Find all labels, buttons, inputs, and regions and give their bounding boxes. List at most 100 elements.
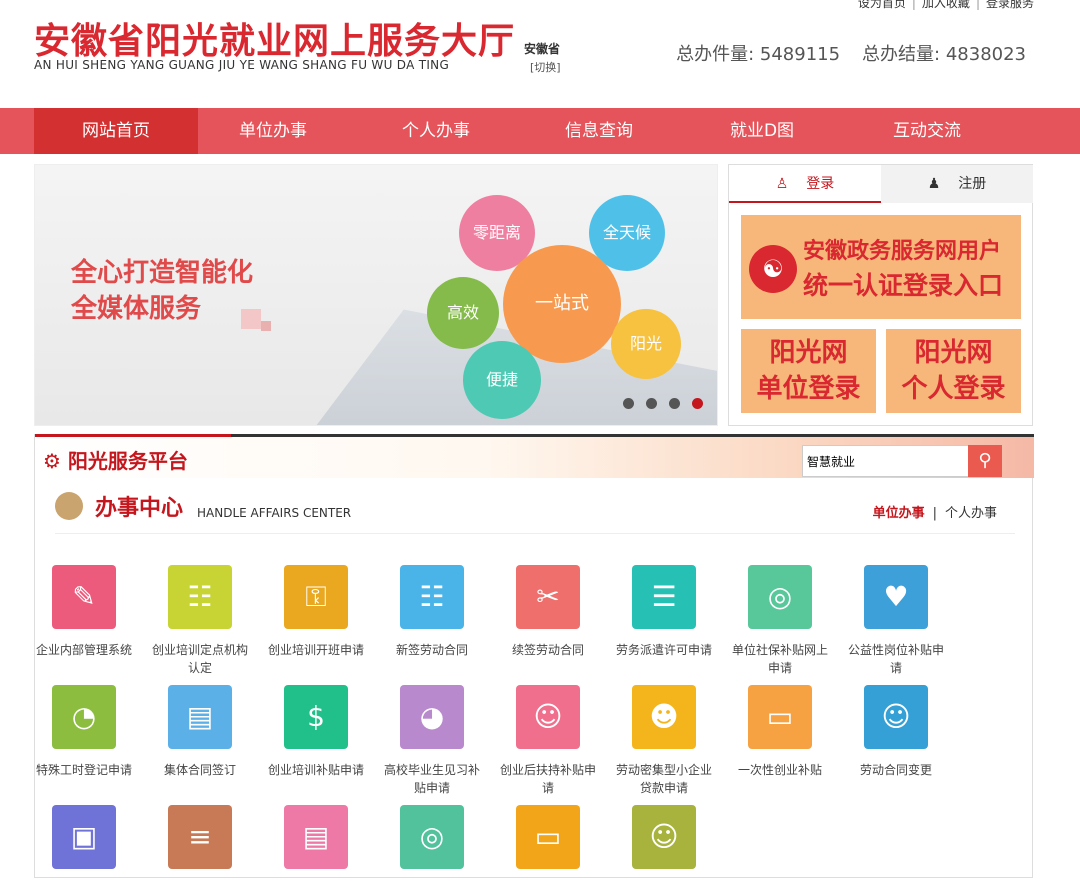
nav-interaction[interactable]: 互动交流 (845, 108, 1009, 154)
link-personal-affairs[interactable]: 个人办事 (945, 506, 997, 521)
affairs-center-subtitle: HANDLE AFFAIRS CENTER (197, 506, 352, 520)
service-item[interactable]: ☺ (614, 805, 714, 881)
service-item[interactable]: ☺ 创业后扶持补贴申请 (498, 685, 598, 797)
service-item[interactable]: ◎ 单位社保补贴网上申请 (730, 565, 830, 677)
platform-accent (35, 434, 231, 437)
service-label: 企业内部管理系统 (35, 643, 132, 657)
service-label: 公益性岗位补贴申请 (847, 643, 944, 675)
tab-login[interactable]: ♙ 登录 (729, 165, 881, 203)
user-desk-icon: ☺ (632, 805, 696, 869)
tab-register[interactable]: ♟ 注册 (881, 165, 1033, 203)
platform-title-text: 阳光服务平台 (67, 449, 188, 473)
money-bag-icon: $ (284, 685, 348, 749)
site-logo-subtitle: AN HUI SHENG YANG GUANG JIU YE WANG SHAN… (34, 58, 450, 72)
service-item[interactable]: ☺ 劳动合同变更 (846, 685, 946, 779)
service-label: 单位社保补贴网上申请 (731, 643, 828, 675)
platform-bar: ⚙ 阳光服务平台 ⚲ (35, 434, 1034, 478)
briefcase-icon: ▣ (52, 805, 116, 869)
seal-icon (55, 492, 83, 520)
service-label: 创业培训开班申请 (267, 643, 364, 657)
site-logo-title[interactable]: 安徽省阳光就业网上服务大厅 (34, 12, 515, 64)
deco-square (261, 321, 271, 331)
carousel-dots (611, 394, 703, 413)
gov-unified-login-button[interactable]: ☯ 安徽政务服务网用户 统一认证登录入口 (741, 215, 1021, 319)
province-label: 安徽省 (524, 42, 561, 56)
carousel-dot[interactable] (669, 398, 680, 409)
globe-laptop-icon: ◎ (748, 565, 812, 629)
network-icon: ☷ (168, 565, 232, 629)
laptop-icon: ▭ (516, 805, 580, 869)
affairs-center-title: 办事中心 (95, 496, 184, 521)
service-item[interactable]: ◔ 特殊工时登记申请 (34, 685, 134, 779)
person-login-line1: 阳光网 (914, 338, 993, 368)
bubble-efficient: 高效 (427, 277, 499, 349)
nav-unit-affairs[interactable]: 单位办事 (191, 108, 355, 154)
service-item[interactable]: ☰ 劳务派遣许可申请 (614, 565, 714, 659)
heart-hand-icon: ♥ (864, 565, 928, 629)
carousel-dot[interactable] (646, 398, 657, 409)
stack-icon: ▤ (284, 805, 348, 869)
service-label: 集体合同签订 (163, 763, 236, 777)
total-handled: 总办件量: 5489115 (676, 44, 841, 65)
gear-icon: ⚙ (43, 449, 61, 473)
register-user-icon: ♟ (927, 176, 941, 192)
globe-laptop-icon: ◎ (400, 805, 464, 869)
gov-login-line1: 安徽政务服务网用户 (803, 239, 1002, 264)
stack-icon: ▤ (168, 685, 232, 749)
scroll-icon: ✂ (516, 565, 580, 629)
search-button[interactable]: ⚲ (968, 445, 1002, 477)
switch-province-link[interactable]: [切换] (530, 59, 561, 75)
people-icon: ☺ (516, 685, 580, 749)
service-item[interactable]: ☷ 新签劳动合同 (382, 565, 482, 659)
service-item[interactable]: ▤ 集体合同签订 (150, 685, 250, 779)
cabinet-icon: ≡ (168, 805, 232, 869)
nav-employment-map[interactable]: 就业D图 (680, 108, 844, 154)
id-card-icon: ☰ (632, 565, 696, 629)
stats: 总办件量: 5489115 总办结量: 4838023 (654, 40, 1026, 66)
search-icon: ⚲ (978, 450, 992, 471)
book-icon: ☷ (400, 565, 464, 629)
pie-icon: ◕ (400, 685, 464, 749)
service-label: 创业培训定点机构认定 (151, 643, 248, 675)
service-item[interactable]: ◎ (382, 805, 482, 881)
service-label: 特殊工时登记申请 (35, 763, 132, 777)
unit-login-button[interactable]: 阳光网 单位登录 (741, 329, 876, 413)
affairs-center-header: 办事中心 HANDLE AFFAIRS CENTER 单位办事 | 个人办事 (55, 488, 1015, 534)
service-item[interactable]: ✎ 企业内部管理系统 (34, 565, 134, 659)
tab-login-label: 登录 (806, 176, 835, 192)
nav-info-query[interactable]: 信息查询 (517, 108, 681, 154)
nav-personal-affairs[interactable]: 个人办事 (354, 108, 518, 154)
service-item[interactable]: $ 创业培训补贴申请 (266, 685, 366, 779)
bubble-sunshine: 阳光 (611, 309, 681, 379)
search-box: ⚲ (802, 445, 1002, 477)
service-label: 续签劳动合同 (511, 643, 584, 657)
service-label: 劳务派遣许可申请 (615, 643, 712, 657)
service-item[interactable]: ✂ 续签劳动合同 (498, 565, 598, 659)
service-item[interactable]: ▭ (498, 805, 598, 881)
service-item[interactable]: ☻ 劳动密集型小企业贷款申请 (614, 685, 714, 797)
site-header: 安徽省阳光就业网上服务大厅 AN HUI SHENG YANG GUANG JI… (0, 0, 1080, 108)
service-item[interactable]: ▭ 一次性创业补贴 (730, 685, 830, 779)
service-label: 创业培训补贴申请 (267, 763, 364, 777)
deco-square (241, 309, 261, 329)
service-item[interactable]: ⚿ 创业培训开班申请 (266, 565, 366, 659)
banner-carousel[interactable]: 全心打造智能化 全媒体服务 零距离 全天候 一站式 高效 阳光 便捷 (34, 164, 718, 426)
service-item[interactable]: ◕ 高校毕业生见习补贴申请 (382, 685, 482, 797)
gov-login-line2: 统一认证登录入口 (803, 271, 1004, 300)
service-item[interactable]: ▤ (266, 805, 366, 881)
nav-home[interactable]: 网站首页 (34, 108, 198, 154)
service-item[interactable]: ▣ (34, 805, 134, 881)
clipboard-icon: ✎ (52, 565, 116, 629)
carousel-dot-active[interactable] (692, 398, 703, 409)
service-item[interactable]: ≡ (150, 805, 250, 881)
login-tabs: ♙ 登录 ♟ 注册 (729, 165, 1033, 203)
banner-slogan: 全心打造智能化 全媒体服务 (71, 255, 253, 327)
carousel-dot[interactable] (623, 398, 634, 409)
service-item[interactable]: ♥ 公益性岗位补贴申请 (846, 565, 946, 677)
search-input[interactable] (802, 445, 970, 477)
link-unit-affairs[interactable]: 单位办事 (873, 506, 925, 521)
contact-book-icon: ☺ (864, 685, 928, 749)
service-item[interactable]: ☷ 创业培训定点机构认定 (150, 565, 250, 677)
bubble-convenient: 便捷 (463, 341, 541, 419)
person-login-button[interactable]: 阳光网 个人登录 (886, 329, 1021, 413)
